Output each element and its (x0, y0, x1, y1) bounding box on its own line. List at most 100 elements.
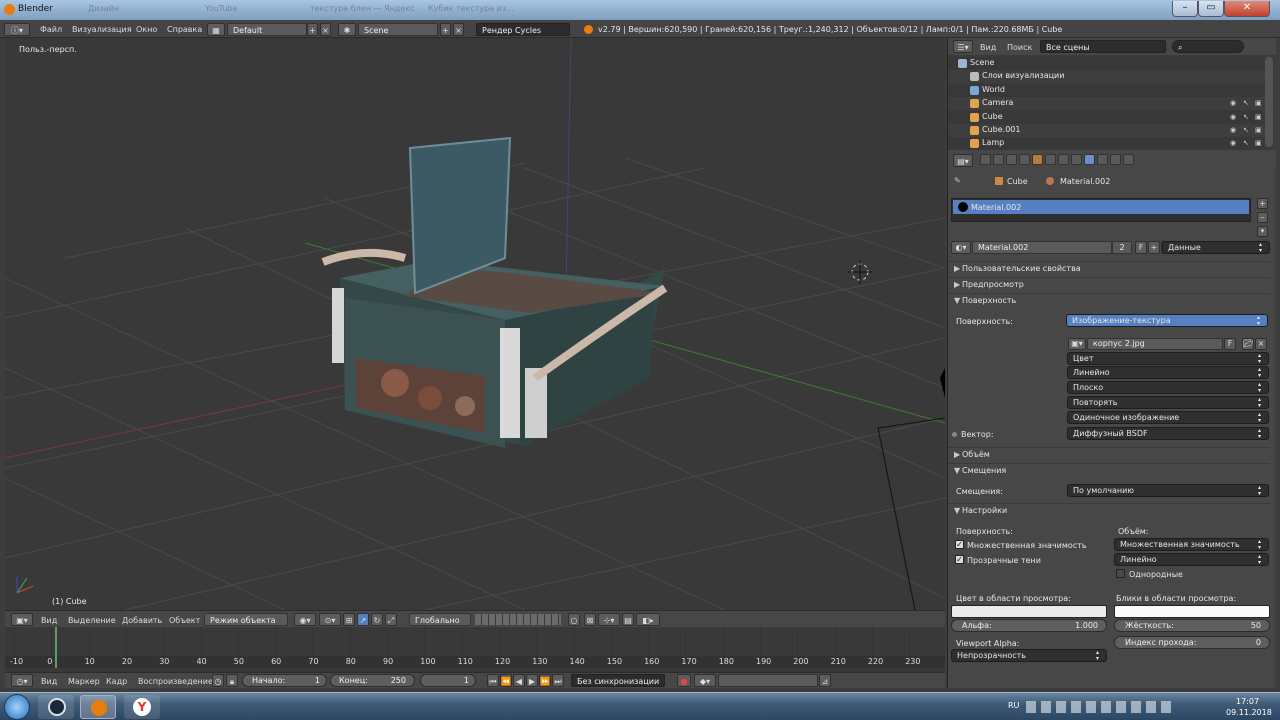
render-engine-dropdown[interactable]: Рендер Cycles (476, 23, 570, 36)
render-camera-icon[interactable]: ▣ (1255, 139, 1263, 147)
new-material-button[interactable]: + (1148, 241, 1160, 254)
start-button-icon[interactable] (4, 694, 30, 720)
transform-orientation-dropdown[interactable]: Глобально (409, 613, 471, 626)
world-tab-icon[interactable] (1019, 154, 1030, 165)
viewport-alpha-dropdown[interactable]: Непрозрачность (951, 649, 1107, 662)
outliner-item[interactable]: Cube ◉ ↖ ▣ (948, 110, 1266, 124)
outliner-search-input[interactable]: ⌕ (1172, 40, 1244, 53)
timeline-menu-marker[interactable]: Маркер (68, 675, 100, 688)
blender-taskbar-icon[interactable] (80, 695, 116, 719)
delete-scene-button[interactable]: × (453, 23, 464, 36)
visibility-eye-icon[interactable]: ◉ (1230, 139, 1238, 147)
timeline-menu-frame[interactable]: Кадр (106, 675, 127, 688)
outliner-item[interactable]: Lamp ◉ ↖ ▣ (948, 137, 1266, 151)
editor-type-timeline-button[interactable]: ◷▾ (11, 674, 33, 687)
material-slot-list[interactable]: Material.002 (951, 198, 1251, 222)
delete-layout-button[interactable]: × (320, 23, 331, 36)
add-slot-button[interactable]: + (1257, 198, 1268, 209)
render-camera-icon[interactable]: ▣ (1255, 126, 1263, 134)
outliner-menu-search[interactable]: Поиск (1007, 41, 1032, 54)
multiple-importance-checkbox[interactable]: ✓ (955, 540, 964, 549)
object-tab-icon[interactable] (1032, 154, 1043, 165)
language-indicator[interactable]: RU (1008, 701, 1019, 710)
volume-sampling-dropdown[interactable]: Множественная значимость (1114, 538, 1269, 551)
scene-icon[interactable]: ✱ (338, 23, 356, 36)
displacement-dropdown[interactable]: По умолчанию (1067, 484, 1269, 497)
viewport-menu-select[interactable]: Выделение (68, 614, 116, 627)
alpha-field[interactable]: Альфа: 1.000 (951, 619, 1107, 632)
panel-surface[interactable]: ▼ Поверхность (948, 293, 1270, 308)
image-source-dropdown[interactable]: Одиночное изображение (1067, 411, 1269, 424)
selectable-arrow-icon[interactable]: ↖ (1243, 126, 1251, 134)
render-preview-icon[interactable]: ▤ (622, 613, 634, 626)
timeline-area[interactable]: -10 0 10 20 30 40 50 60 70 80 90 100 110 120 130 140 150… (5, 627, 945, 672)
play-icon[interactable]: ▶ (526, 674, 538, 687)
panel-volume[interactable]: ▶ Объём (948, 447, 1270, 462)
link-mode-dropdown[interactable]: Данные (1162, 241, 1270, 254)
editor-type-properties-button[interactable]: ▤▾ (953, 154, 973, 167)
keying-set-field[interactable] (718, 674, 818, 687)
keying-icon[interactable]: ◆▾ (694, 674, 716, 687)
render-tab-icon[interactable] (980, 154, 991, 165)
socket-dot-icon[interactable] (952, 432, 957, 437)
viewport-specular-swatch[interactable] (1114, 605, 1270, 618)
hardness-field[interactable]: Жёсткость: 50 (1114, 619, 1270, 632)
steam-taskbar-icon[interactable] (38, 695, 74, 719)
outliner-item[interactable]: Scene (948, 57, 1266, 70)
minimize-button[interactable]: – (1172, 1, 1198, 17)
pin-icon[interactable]: ✎ (954, 176, 961, 185)
clock-time[interactable]: 17:07 (1236, 697, 1259, 706)
add-layout-button[interactable]: + (307, 23, 318, 36)
opengl-render-icon[interactable]: ◧▸ (636, 613, 660, 626)
viewport-menu-object[interactable]: Объект (169, 614, 200, 627)
outliner-item[interactable]: Cube.001 ◉ ↖ ▣ (948, 124, 1266, 137)
outliner-item[interactable]: World (948, 83, 1266, 97)
selectable-arrow-icon[interactable]: ↖ (1243, 113, 1251, 121)
panel-displacement[interactable]: ▼ Смещения (948, 463, 1270, 478)
end-frame-field[interactable]: Конец: 250 (330, 674, 415, 687)
jump-end-icon[interactable]: ⏭ (552, 674, 564, 687)
constraints-tab-icon[interactable] (1045, 154, 1056, 165)
material-tab-icon[interactable] (1084, 154, 1095, 165)
prev-keyframe-icon[interactable]: ⏪ (500, 674, 512, 687)
render-layers-tab-icon[interactable] (993, 154, 1004, 165)
maximize-button[interactable]: ▭ (1198, 1, 1224, 17)
yandex-taskbar-icon[interactable]: Y (124, 695, 160, 719)
outliner-menu-view[interactable]: Вид (980, 41, 996, 54)
clock-date[interactable]: 09.11.2018 (1226, 708, 1272, 717)
selectable-arrow-icon[interactable]: ↖ (1243, 139, 1251, 147)
outliner-item[interactable]: Слои визуализации (948, 70, 1266, 84)
outliner-scrollbar[interactable] (1265, 57, 1273, 147)
open-image-icon[interactable]: 📂︎ (1242, 338, 1254, 350)
fake-user-button[interactable]: F (1135, 241, 1147, 254)
visibility-eye-icon[interactable]: ◉ (1230, 99, 1238, 107)
material-slot-selected[interactable]: Material.002 (953, 200, 1249, 214)
scale-icon[interactable]: ⤢ (385, 613, 397, 626)
snap-icon[interactable]: ⊠ (584, 613, 596, 626)
viewport-menu-add[interactable]: Добавить (122, 614, 162, 627)
layer-buttons[interactable] (475, 614, 561, 625)
snap-element-icon[interactable]: ⊹▾ (598, 613, 620, 626)
viewport-color-swatch[interactable] (951, 605, 1107, 618)
editor-type-info-button[interactable]: ⓘ▾ (4, 23, 30, 36)
add-scene-button[interactable]: + (440, 23, 451, 36)
lock-icon[interactable]: 🔒︎ (226, 674, 238, 687)
close-button[interactable]: ✕ (1224, 1, 1270, 17)
timeline-menu-view[interactable]: Вид (41, 675, 57, 688)
transparent-shadows-checkbox[interactable]: ✓ (955, 555, 964, 564)
viewport-menu-view[interactable]: Вид (41, 614, 57, 627)
extension-dropdown[interactable]: Повторять (1067, 396, 1269, 409)
physics-tab-icon[interactable] (1123, 154, 1134, 165)
data-tab-icon[interactable] (1071, 154, 1082, 165)
tray-icons[interactable] (1026, 701, 1176, 713)
visibility-eye-icon[interactable]: ◉ (1230, 126, 1238, 134)
outliner-item[interactable]: Camera ◉ ↖ ▣ (948, 97, 1266, 111)
sync-mode-dropdown[interactable]: Без синхронизации (571, 674, 665, 687)
proportional-edit-icon[interactable]: ○ (568, 613, 580, 626)
material-users-count[interactable]: 2 (1112, 241, 1132, 254)
shading-mode-icon[interactable]: ◉▾ (294, 613, 316, 626)
timeline-menu-playback[interactable]: Воспроизведение (138, 675, 213, 688)
slot-specials-button[interactable]: ▾ (1257, 226, 1268, 237)
surface-shader-dropdown[interactable]: Изображение-текстура (1066, 314, 1268, 327)
menu-window[interactable]: Окно (136, 23, 157, 36)
